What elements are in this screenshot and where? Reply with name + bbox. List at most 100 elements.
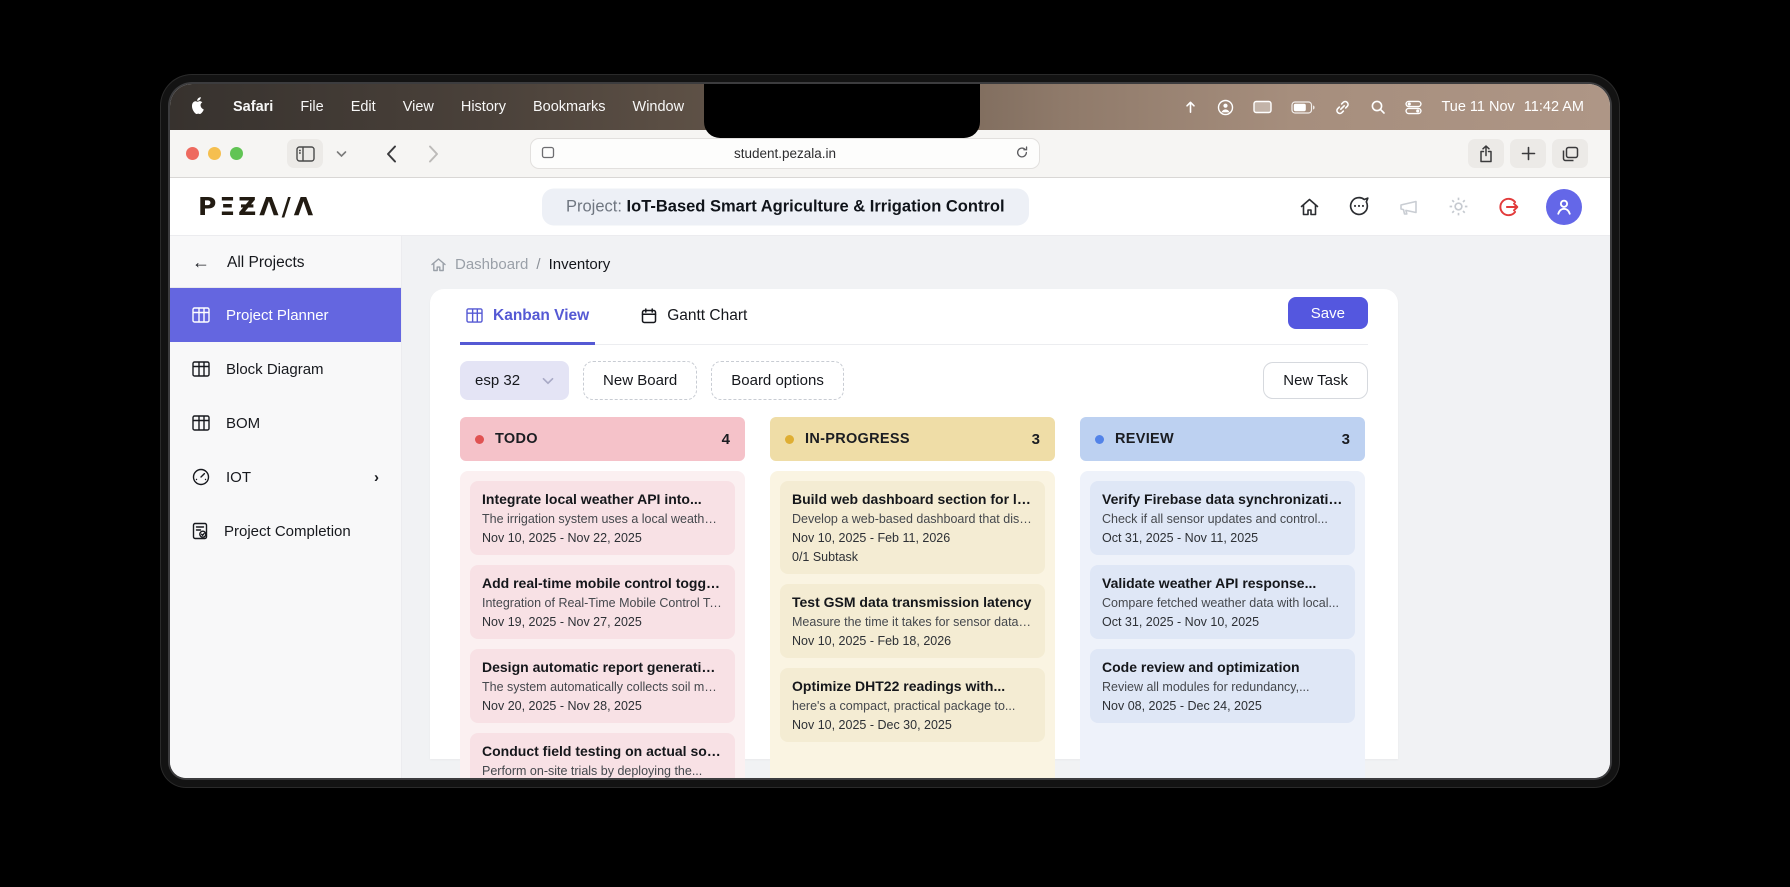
sidebar-item-label: Project Planner xyxy=(226,307,329,324)
new-task-button[interactable]: New Task xyxy=(1263,362,1368,399)
breadcrumb-separator: / xyxy=(536,256,540,273)
card-title: Add real-time mobile control toggle in..… xyxy=(482,575,723,591)
pezala-logo[interactable]: PΞƵΛ/Λ xyxy=(198,192,316,221)
menubar-menus: Safari File Edit View History Bookmarks … xyxy=(190,96,741,118)
sidebar-item-label: IOT xyxy=(226,469,251,486)
breadcrumb-level2[interactable]: Inventory xyxy=(549,256,611,273)
laptop-screen: Safari File Edit View History Bookmarks … xyxy=(170,84,1610,778)
apple-logo-icon[interactable] xyxy=(190,96,206,118)
tab-label: Kanban View xyxy=(493,307,589,325)
menubar-clock[interactable]: Tue 11 Nov 11:42 AM xyxy=(1441,99,1584,115)
card-title: Design automatic report generation... xyxy=(482,659,723,675)
task-card[interactable]: Verify Firebase data synchronization Che… xyxy=(1090,481,1355,555)
column-review: REVIEW 3 Verify Firebase data synchroniz… xyxy=(1080,417,1365,778)
chevron-right-icon: › xyxy=(374,469,379,486)
chat-icon[interactable] xyxy=(1347,195,1371,218)
sidebar-back-all-projects[interactable]: ← All Projects xyxy=(170,236,401,288)
sidebar-item-project-completion[interactable]: Project Completion xyxy=(170,504,401,558)
card-dates: Nov 10, 2025 - Dec 30, 2025 xyxy=(792,718,1033,732)
new-board-button[interactable]: New Board xyxy=(583,361,697,400)
logout-icon[interactable] xyxy=(1496,195,1520,219)
card-description: Integration of Real-Time Mobile Control … xyxy=(482,596,723,610)
menu-file[interactable]: File xyxy=(300,99,323,115)
close-window-button[interactable] xyxy=(186,147,199,160)
task-card[interactable]: Validate weather API response... Compare… xyxy=(1090,565,1355,639)
card-description: Develop a web-based dashboard that displ… xyxy=(792,512,1033,526)
menu-safari[interactable]: Safari xyxy=(233,99,273,115)
calendar-icon xyxy=(641,308,657,324)
share-button[interactable] xyxy=(1468,139,1504,168)
app-header: PΞƵΛ/Λ Project: IoT-Based Smart Agricult… xyxy=(170,178,1610,236)
home-icon[interactable] xyxy=(1298,196,1321,218)
card-dates: Nov 10, 2025 - Feb 18, 2026 xyxy=(792,634,1033,648)
arrow-up-icon[interactable] xyxy=(1183,99,1198,115)
task-card[interactable]: Test GSM data transmission latency Measu… xyxy=(780,584,1045,658)
card-title: Integrate local weather API into... xyxy=(482,491,723,507)
sidebar-item-project-planner[interactable]: Project Planner xyxy=(170,288,401,342)
sidebar-item-iot[interactable]: IOT › xyxy=(170,450,401,504)
menu-window[interactable]: Window xyxy=(633,99,685,115)
column-name: REVIEW xyxy=(1115,431,1174,447)
project-title-pill: Project: IoT-Based Smart Agriculture & I… xyxy=(542,188,1029,225)
display-icon[interactable] xyxy=(1253,100,1272,115)
column-header: IN-PROGRESS 3 xyxy=(770,417,1055,461)
avatar[interactable] xyxy=(1546,189,1582,225)
user-circle-icon[interactable] xyxy=(1217,99,1234,116)
minimize-window-button[interactable] xyxy=(208,147,221,160)
menu-bookmarks[interactable]: Bookmarks xyxy=(533,99,606,115)
board-selector-value: esp 32 xyxy=(475,372,520,389)
sidebar-item-block-diagram[interactable]: Block Diagram xyxy=(170,342,401,396)
card-title: Conduct field testing on actual soil bed xyxy=(482,743,723,759)
link-icon[interactable] xyxy=(1334,99,1351,116)
board-selector-dropdown[interactable]: esp 32 xyxy=(460,361,569,400)
sidebar-item-label: BOM xyxy=(226,415,260,432)
tab-gantt-chart[interactable]: Gantt Chart xyxy=(635,290,753,345)
task-card[interactable]: Conduct field testing on actual soil bed… xyxy=(470,733,735,778)
menu-view[interactable]: View xyxy=(403,99,434,115)
back-button[interactable] xyxy=(373,139,409,168)
megaphone-icon[interactable] xyxy=(1397,196,1421,218)
search-icon[interactable] xyxy=(1370,99,1386,115)
zoom-window-button[interactable] xyxy=(230,147,243,160)
tab-kanban-view[interactable]: Kanban View xyxy=(460,290,595,345)
menu-edit[interactable]: Edit xyxy=(351,99,376,115)
app-body: ← All Projects Project Planner Block Dia… xyxy=(170,236,1610,778)
column-body: Verify Firebase data synchronization Che… xyxy=(1080,471,1365,778)
new-tab-button[interactable] xyxy=(1510,139,1546,168)
task-card[interactable]: Integrate local weather API into... The … xyxy=(470,481,735,555)
sidebar-item-bom[interactable]: BOM xyxy=(170,396,401,450)
sidebar-toggle-button[interactable] xyxy=(287,139,323,168)
sidebar-item-label: Block Diagram xyxy=(226,361,324,378)
task-card[interactable]: Build web dashboard section for live... … xyxy=(780,481,1045,574)
tab-overview-button[interactable] xyxy=(1552,139,1588,168)
save-button[interactable]: Save xyxy=(1288,297,1368,329)
forward-button[interactable] xyxy=(415,139,451,168)
address-bar[interactable]: student.pezala.in xyxy=(530,138,1040,169)
column-name: IN-PROGRESS xyxy=(805,431,910,447)
status-dot xyxy=(785,435,794,444)
battery-icon[interactable] xyxy=(1291,101,1315,114)
status-dot xyxy=(475,435,484,444)
task-card[interactable]: Add real-time mobile control toggle in..… xyxy=(470,565,735,639)
column-name: TODO xyxy=(495,431,538,447)
card-description: Measure the time it takes for sensor dat… xyxy=(792,615,1033,629)
menu-history[interactable]: History xyxy=(461,99,506,115)
status-dot xyxy=(1095,435,1104,444)
task-card[interactable]: Design automatic report generation... Th… xyxy=(470,649,735,723)
reload-icon[interactable] xyxy=(1015,145,1029,163)
gear-icon[interactable] xyxy=(1447,195,1470,218)
breadcrumb-dashboard[interactable]: Dashboard xyxy=(430,256,528,273)
document-check-icon xyxy=(192,522,208,540)
board-options-button[interactable]: Board options xyxy=(711,361,844,400)
grid-icon xyxy=(192,361,210,377)
macos-menubar: Safari File Edit View History Bookmarks … xyxy=(170,84,1610,130)
kanban-panel: Kanban View Gantt Chart Save esp 32 New … xyxy=(430,289,1398,759)
card-description: Compare fetched weather data with local.… xyxy=(1102,596,1343,610)
sidebar-chevron-button[interactable] xyxy=(329,139,353,168)
project-label: Project: xyxy=(566,197,622,215)
url-text: student.pezala.in xyxy=(555,146,1015,161)
task-card[interactable]: Optimize DHT22 readings with... here's a… xyxy=(780,668,1045,742)
tab-label: Gantt Chart xyxy=(667,307,747,325)
task-card[interactable]: Code review and optimization Review all … xyxy=(1090,649,1355,723)
control-center-icon[interactable] xyxy=(1405,99,1422,116)
